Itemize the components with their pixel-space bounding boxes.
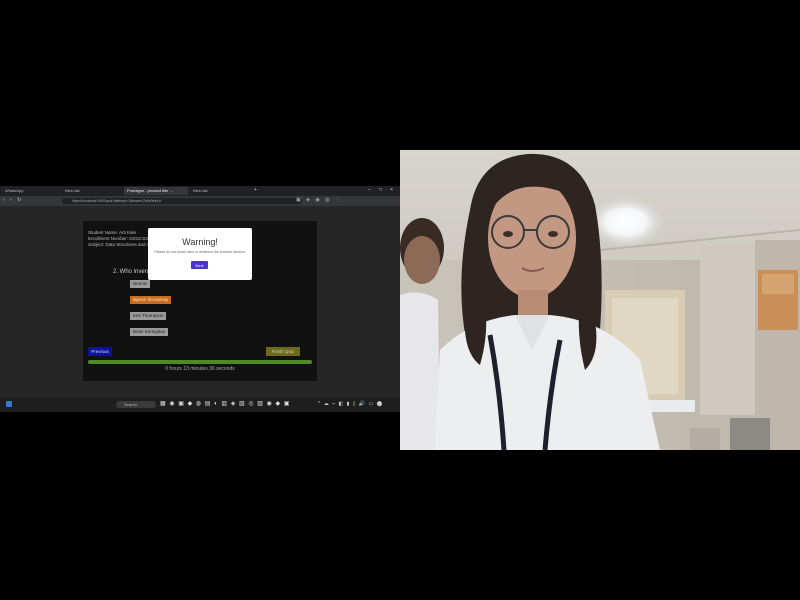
maximize-icon[interactable]: □ <box>379 187 382 193</box>
finish-quiz-button[interactable]: Finish Quiz <box>266 347 300 356</box>
taskbar-search[interactable]: Search <box>116 401 156 408</box>
answer-option-selected[interactable]: Bjarne Stroustrup <box>130 296 172 304</box>
shared-screen: WhatsApp New tab Prototype - product tit… <box>0 186 400 412</box>
warning-next-button[interactable]: Next <box>191 261 208 269</box>
browser-tab[interactable]: New tab <box>190 187 250 195</box>
previous-button[interactable]: Previous <box>88 347 112 356</box>
navigation-icons[interactable]: ‹ › ↻ <box>3 197 23 203</box>
warning-message: Please do not switch tabs or minimize th… <box>154 250 246 254</box>
address-bar[interactable]: https://localhost:3000/quiz?attempt=1&ex… <box>62 198 302 204</box>
answer-option[interactable]: Ken Thompson <box>130 312 167 320</box>
webcam-feed <box>400 150 800 450</box>
webcam-image <box>400 150 800 450</box>
extension-icons[interactable]: ▣ ◈ ◉ ◍ ⋮ <box>296 197 342 203</box>
new-tab-button[interactable]: + <box>254 187 257 193</box>
windows-start-icon[interactable] <box>6 401 12 407</box>
minimize-icon[interactable]: – <box>368 187 371 193</box>
progress-bar <box>88 360 312 364</box>
windows-taskbar: Search ▦ ◉ ▣ ◆ ◍ ▤ ◐ ▥ ◈ ▧ ◎ ▨ ◉ ◆ ▣ ^ ☁… <box>0 398 400 412</box>
system-tray-icons[interactable]: ^ ☁ ⌁ ◧ ▮ ▯ 🔊 ▭ ⬤ <box>318 401 383 407</box>
warning-title: Warning! <box>182 237 218 247</box>
timer-text: 0 hours 13 minutes 36 seconds <box>165 366 235 372</box>
answer-option[interactable]: Dennis <box>130 280 151 288</box>
browser-tab-active[interactable]: Prototype - product title ... <box>124 187 188 195</box>
browser-tab[interactable]: WhatsApp <box>2 187 60 195</box>
quiz-page: Student Name: Arti Kale Enrollment Numbe… <box>0 206 400 398</box>
taskbar-app-icons[interactable]: ▦ ◉ ▣ ◆ ◍ ▤ ◐ ▥ ◈ ▧ ◎ ▨ ◉ ◆ ▣ <box>160 400 290 407</box>
answer-option[interactable]: Brian Kernighan <box>130 328 169 336</box>
close-window-icon[interactable]: × <box>390 187 393 193</box>
browser-tab[interactable]: New tab <box>62 187 122 195</box>
browser-toolbar: ‹ › ↻ https://localhost:3000/quiz?attemp… <box>0 196 400 206</box>
browser-tab-bar: WhatsApp New tab Prototype - product tit… <box>0 186 400 196</box>
progress-fill <box>88 360 312 364</box>
warning-dialog: Warning! Please do not switch tabs or mi… <box>148 228 252 280</box>
